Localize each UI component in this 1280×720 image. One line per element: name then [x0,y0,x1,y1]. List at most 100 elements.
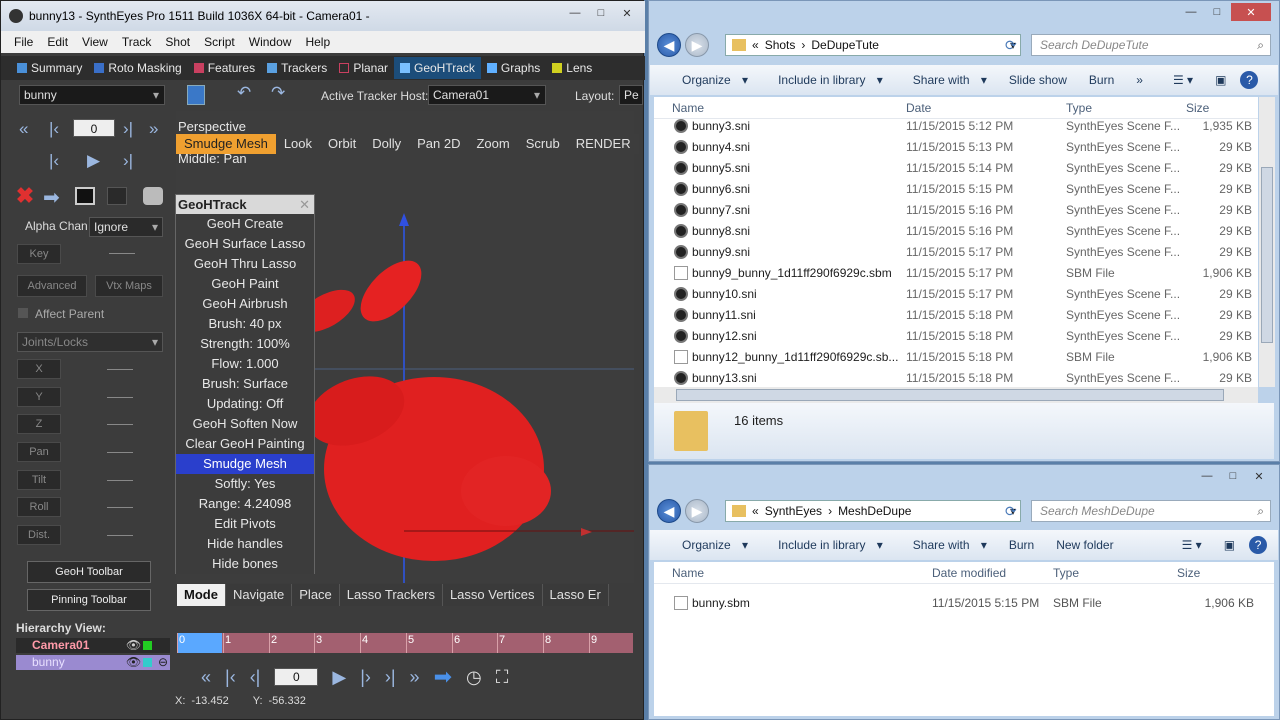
updating[interactable]: Updating: Off [176,394,314,414]
fit-view-icon[interactable]: ⛶ [496,667,509,688]
smudge-mesh[interactable]: Smudge Mesh [176,454,314,474]
field-dist[interactable]: Dist. [17,525,61,545]
tab-planar[interactable]: Planar [333,57,394,79]
prev-frame-icon[interactable]: ‹| [250,667,261,688]
fast-forward-icon[interactable]: » [410,667,420,688]
burn-button[interactable]: Burn [1081,73,1122,87]
organize-button[interactable]: Organize ▾ [666,73,756,87]
geoh-paint[interactable]: GeoH Paint [176,274,314,294]
hierarchy-row-bunny[interactable]: bunny 👁 ⊖ [16,655,170,670]
vp-pan-2d[interactable]: Pan 2D [409,134,468,154]
flow[interactable]: Flow: 1.000 [176,354,314,374]
alpha-channel-select[interactable]: Ignore ▾ [89,217,163,237]
joints-locks-select[interactable]: Joints/Locks ▾ [17,332,163,352]
edit-pivots[interactable]: Edit Pivots [176,514,314,534]
frame-icon[interactable] [75,187,95,205]
share-with-button[interactable]: Share with ▾ [897,73,995,87]
tab-lens[interactable]: Lens [546,57,598,79]
scroll-thumb[interactable] [676,389,1224,401]
brush-size[interactable]: Brush: 40 px [176,314,314,334]
geoh-surface-lasso[interactable]: GeoH Surface Lasso [176,234,314,254]
tab-graphs[interactable]: Graphs [481,57,546,79]
active-tracker-host-select[interactable]: Camera01 ▾ [428,85,546,105]
lasso-vertices-button[interactable]: Lasso Vertices [443,584,543,606]
tab-features[interactable]: Features [188,57,261,79]
close-button[interactable]: ✕ [615,4,639,22]
forward-button[interactable]: ▶ [685,499,709,523]
redo-icon[interactable]: ↷ [271,83,285,103]
range[interactable]: Range: 4.24098 [176,494,314,514]
scroll-thumb[interactable] [1261,167,1273,343]
include-in-library-button[interactable]: Include in library ▾ [762,538,891,552]
vp-zoom[interactable]: Zoom [468,134,517,154]
breadcrumb-item[interactable]: Shots [765,38,796,52]
minimize-button[interactable]: — [1179,3,1203,21]
menu-shot[interactable]: Shot [158,35,197,49]
vp-dolly[interactable]: Dolly [364,134,409,154]
file-row[interactable]: bunny9.sni 11/15/2015 5:17 PM SynthEyes Sc… [654,241,1258,262]
field-z[interactable]: Z [17,414,61,434]
next-frame-icon[interactable]: ›| [123,151,133,171]
maximize-button[interactable]: □ [1221,467,1245,485]
undo-icon[interactable]: ↶ [237,83,251,103]
arrow-right-icon[interactable]: ➡ [434,664,452,690]
eye-icon[interactable]: 👁 [126,655,141,669]
hierarchy-row-camera[interactable]: Camera01 👁 [16,638,170,653]
geoh-toolbar-button[interactable]: GeoH Toolbar [27,561,151,583]
layout-select[interactable]: Pe [619,85,643,105]
maximize-button[interactable]: □ [1205,3,1229,21]
first-frame-icon[interactable]: « [19,119,28,139]
hide-handles[interactable]: Hide handles [176,534,314,554]
address-bar[interactable]: « Shots › DeDupeTute ▾ [725,34,1021,56]
file-row[interactable]: bunny6.sni 11/15/2015 5:15 PM SynthEyes Sc… [654,178,1258,199]
delete-icon[interactable]: ✖ [14,185,36,207]
field-pan[interactable]: Pan [17,442,61,462]
file-row[interactable]: bunny3.sni 11/15/2015 5:12 PM SynthEyes Sc… [654,119,1258,136]
new-folder-button[interactable]: New folder [1048,538,1121,552]
column-type[interactable]: Type [1053,566,1079,580]
tab-roto-masking[interactable]: Roto Masking [88,57,187,79]
menu-help[interactable]: Help [298,35,337,49]
pinning-toolbar-button[interactable]: Pinning Toolbar [27,589,151,611]
column-size[interactable]: Size [1186,101,1209,115]
eye-icon[interactable]: 👁 [126,638,141,652]
menu-view[interactable]: View [75,35,115,49]
help-icon[interactable]: ? [1249,536,1268,554]
back-button[interactable]: ◀ [657,33,681,57]
affect-parent-checkbox[interactable] [18,308,28,318]
menu-script[interactable]: Script [197,35,242,49]
preview-pane-icon[interactable]: ▣ [1207,73,1234,87]
frame-input[interactable]: 0 [73,119,115,137]
rewind-icon[interactable]: « [201,667,211,688]
timeline[interactable]: 0 1 2 3 4 5 6 7 8 9 [177,633,633,653]
refresh-icon[interactable]: ⟳ [1005,503,1017,520]
view-options-icon[interactable]: ☰ ▾ [1165,73,1201,87]
column-date[interactable]: Date [906,101,931,115]
field-y[interactable]: Y [17,387,61,407]
column-name[interactable]: Name [672,566,704,580]
address-bar[interactable]: « SynthEyes › MeshDeDupe ▾ [725,500,1021,522]
mode-button[interactable]: Mode [177,584,226,606]
minimize-button[interactable]: — [1195,467,1219,485]
prev-key-icon[interactable]: |‹ [49,119,59,139]
burn-button[interactable]: Burn [1001,538,1042,552]
file-row[interactable]: bunny12.sni 11/15/2015 5:18 PM SynthEyes S… [654,325,1258,346]
menu-edit[interactable]: Edit [40,35,75,49]
hide-bones[interactable]: Hide bones [176,554,314,574]
file-row[interactable]: bunny8.sni 11/15/2015 5:16 PM SynthEyes Sc… [654,220,1258,241]
maximize-button[interactable]: □ [589,4,613,22]
vertical-scrollbar[interactable] [1259,97,1275,387]
search-input[interactable]: Search DeDupeTute ⌕ [1031,34,1271,56]
softly[interactable]: Softly: Yes [176,474,314,494]
menu-track[interactable]: Track [115,35,159,49]
close-button[interactable]: ✕ [1247,467,1271,485]
search-input[interactable]: Search MeshDeDupe ⌕ [1031,500,1271,522]
close-button[interactable]: ✕ [1231,3,1271,21]
refresh-icon[interactable]: ⟳ [1005,37,1017,54]
share-with-button[interactable]: Share with ▾ [897,538,995,552]
prev-frame-icon[interactable]: |‹ [49,151,59,171]
vp-look[interactable]: Look [276,134,320,154]
view-options-icon[interactable]: ☰ ▾ [1174,538,1210,552]
file-row[interactable]: bunny12_bunny_1d11ff290f6929c.sb... 11/15… [654,346,1258,367]
minimize-button[interactable]: — [563,4,587,22]
